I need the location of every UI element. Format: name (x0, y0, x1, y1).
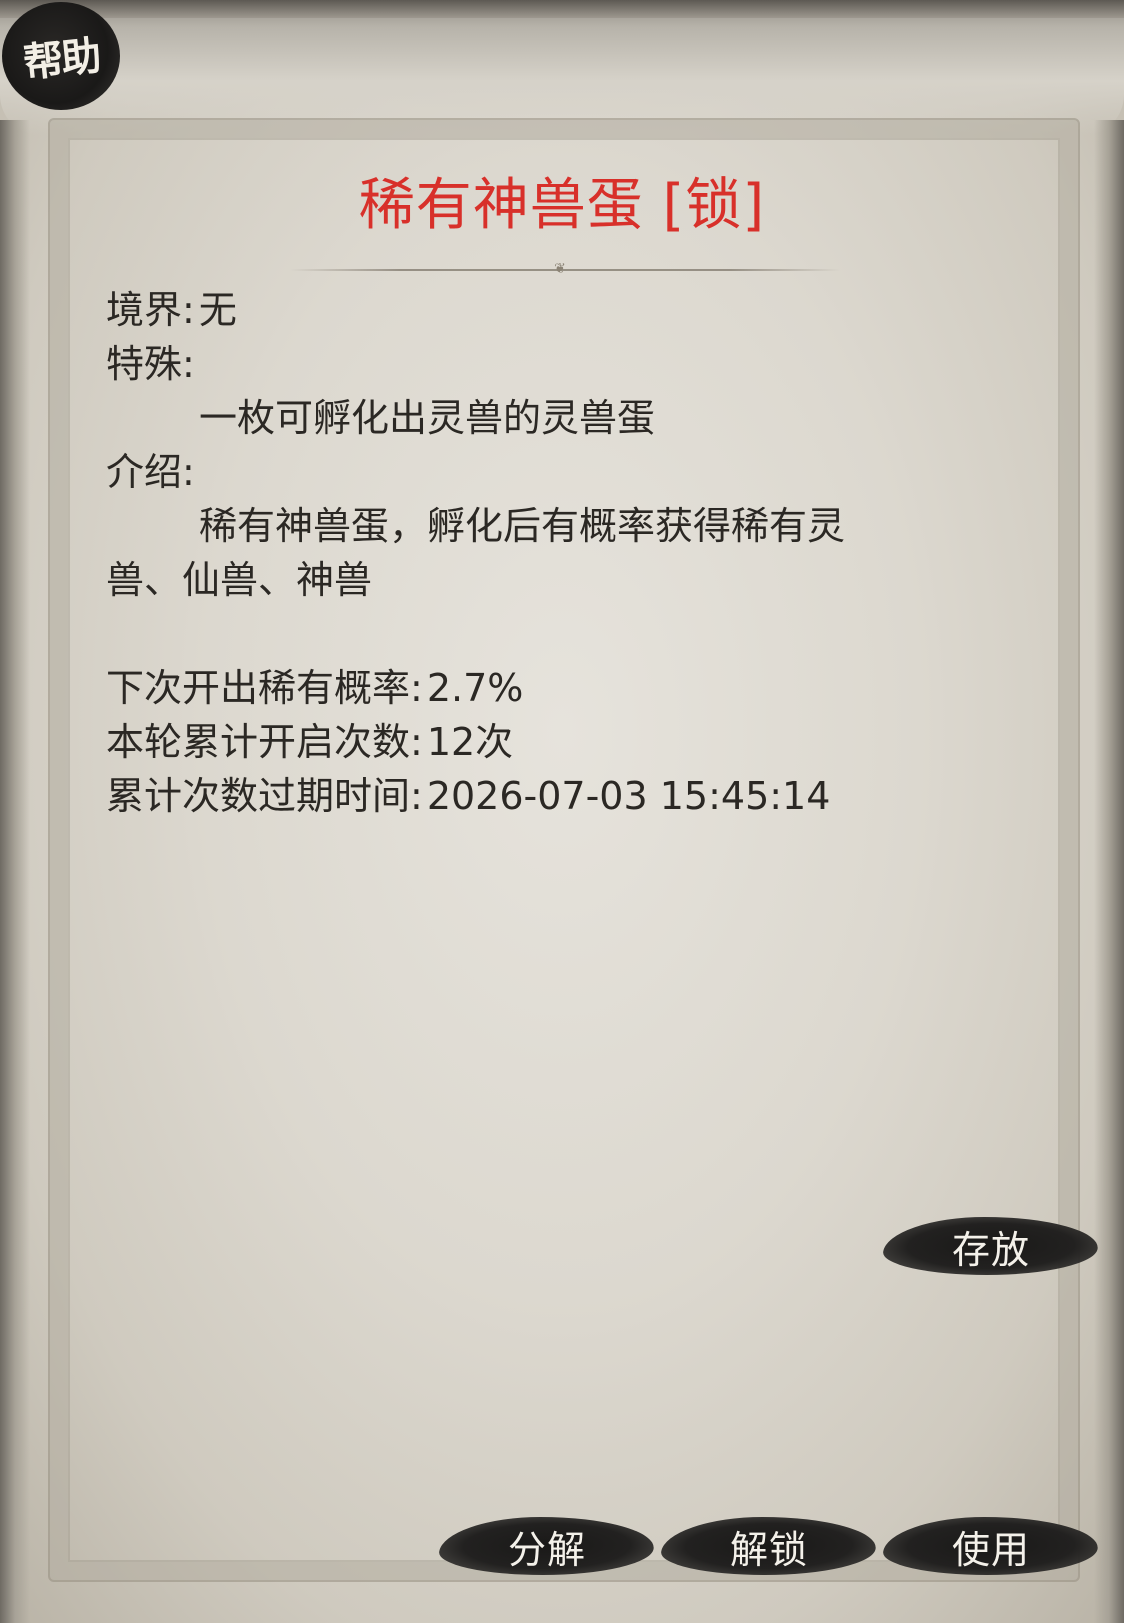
use-button[interactable]: 使用 (884, 1509, 1098, 1583)
decompose-label: 分解 (507, 1527, 586, 1572)
intro-label: 介绍: (106, 450, 195, 494)
special-row: 特殊: (106, 337, 926, 391)
store-label: 存放 (951, 1227, 1030, 1272)
open-count-row: 本轮累计开启次数: 12次 (106, 715, 926, 769)
scroll-right-edge (1094, 120, 1124, 1623)
expire-value: 2026-07-03 15:45:14 (426, 774, 831, 818)
unlock-button[interactable]: 解锁 (662, 1509, 876, 1583)
intro-text-line1: 稀有神兽蛋，孵化后有概率获得稀有灵 (199, 504, 846, 548)
use-label: 使用 (951, 1527, 1030, 1572)
scroll-top-roll (0, 0, 1124, 135)
next-rare-row: 下次开出稀有概率: 2.7% (106, 661, 926, 715)
next-rare-value: 2.7% (426, 666, 524, 710)
special-text: 一枚可孵化出灵兽的灵兽蛋 (199, 396, 656, 440)
item-details: 境界: 无 特殊: 一枚可孵化出灵兽的灵兽蛋 介绍: 稀有神兽蛋，孵化后有概率获得… (106, 283, 926, 823)
realm-row: 境界: 无 (106, 283, 926, 337)
scroll-left-edge (0, 120, 30, 1623)
divider-ornament-icon: ❦ (554, 261, 566, 277)
open-count-label: 本轮累计开启次数: (106, 720, 423, 764)
intro-text-line2: 兽、仙兽、神兽 (106, 558, 373, 602)
realm-value: 无 (198, 288, 237, 332)
intro-row: 介绍: (106, 445, 926, 499)
open-count-value: 12次 (426, 720, 514, 764)
special-label: 特殊: (106, 342, 195, 386)
item-title: 稀有神兽蛋 [锁] (358, 173, 766, 238)
expire-label: 累计次数过期时间: (106, 774, 423, 818)
realm-label: 境界: (106, 288, 195, 332)
next-rare-label: 下次开出稀有概率: (106, 666, 423, 710)
help-button[interactable]: 帮助 (2, 2, 120, 110)
store-button[interactable]: 存放 (884, 1209, 1098, 1283)
expire-row: 累计次数过期时间: 2026-07-03 15:45:14 (106, 769, 926, 823)
scroll-curl (0, 0, 1124, 18)
decompose-button[interactable]: 分解 (440, 1509, 654, 1583)
help-label: 帮助 (21, 32, 102, 87)
unlock-label: 解锁 (729, 1527, 808, 1572)
